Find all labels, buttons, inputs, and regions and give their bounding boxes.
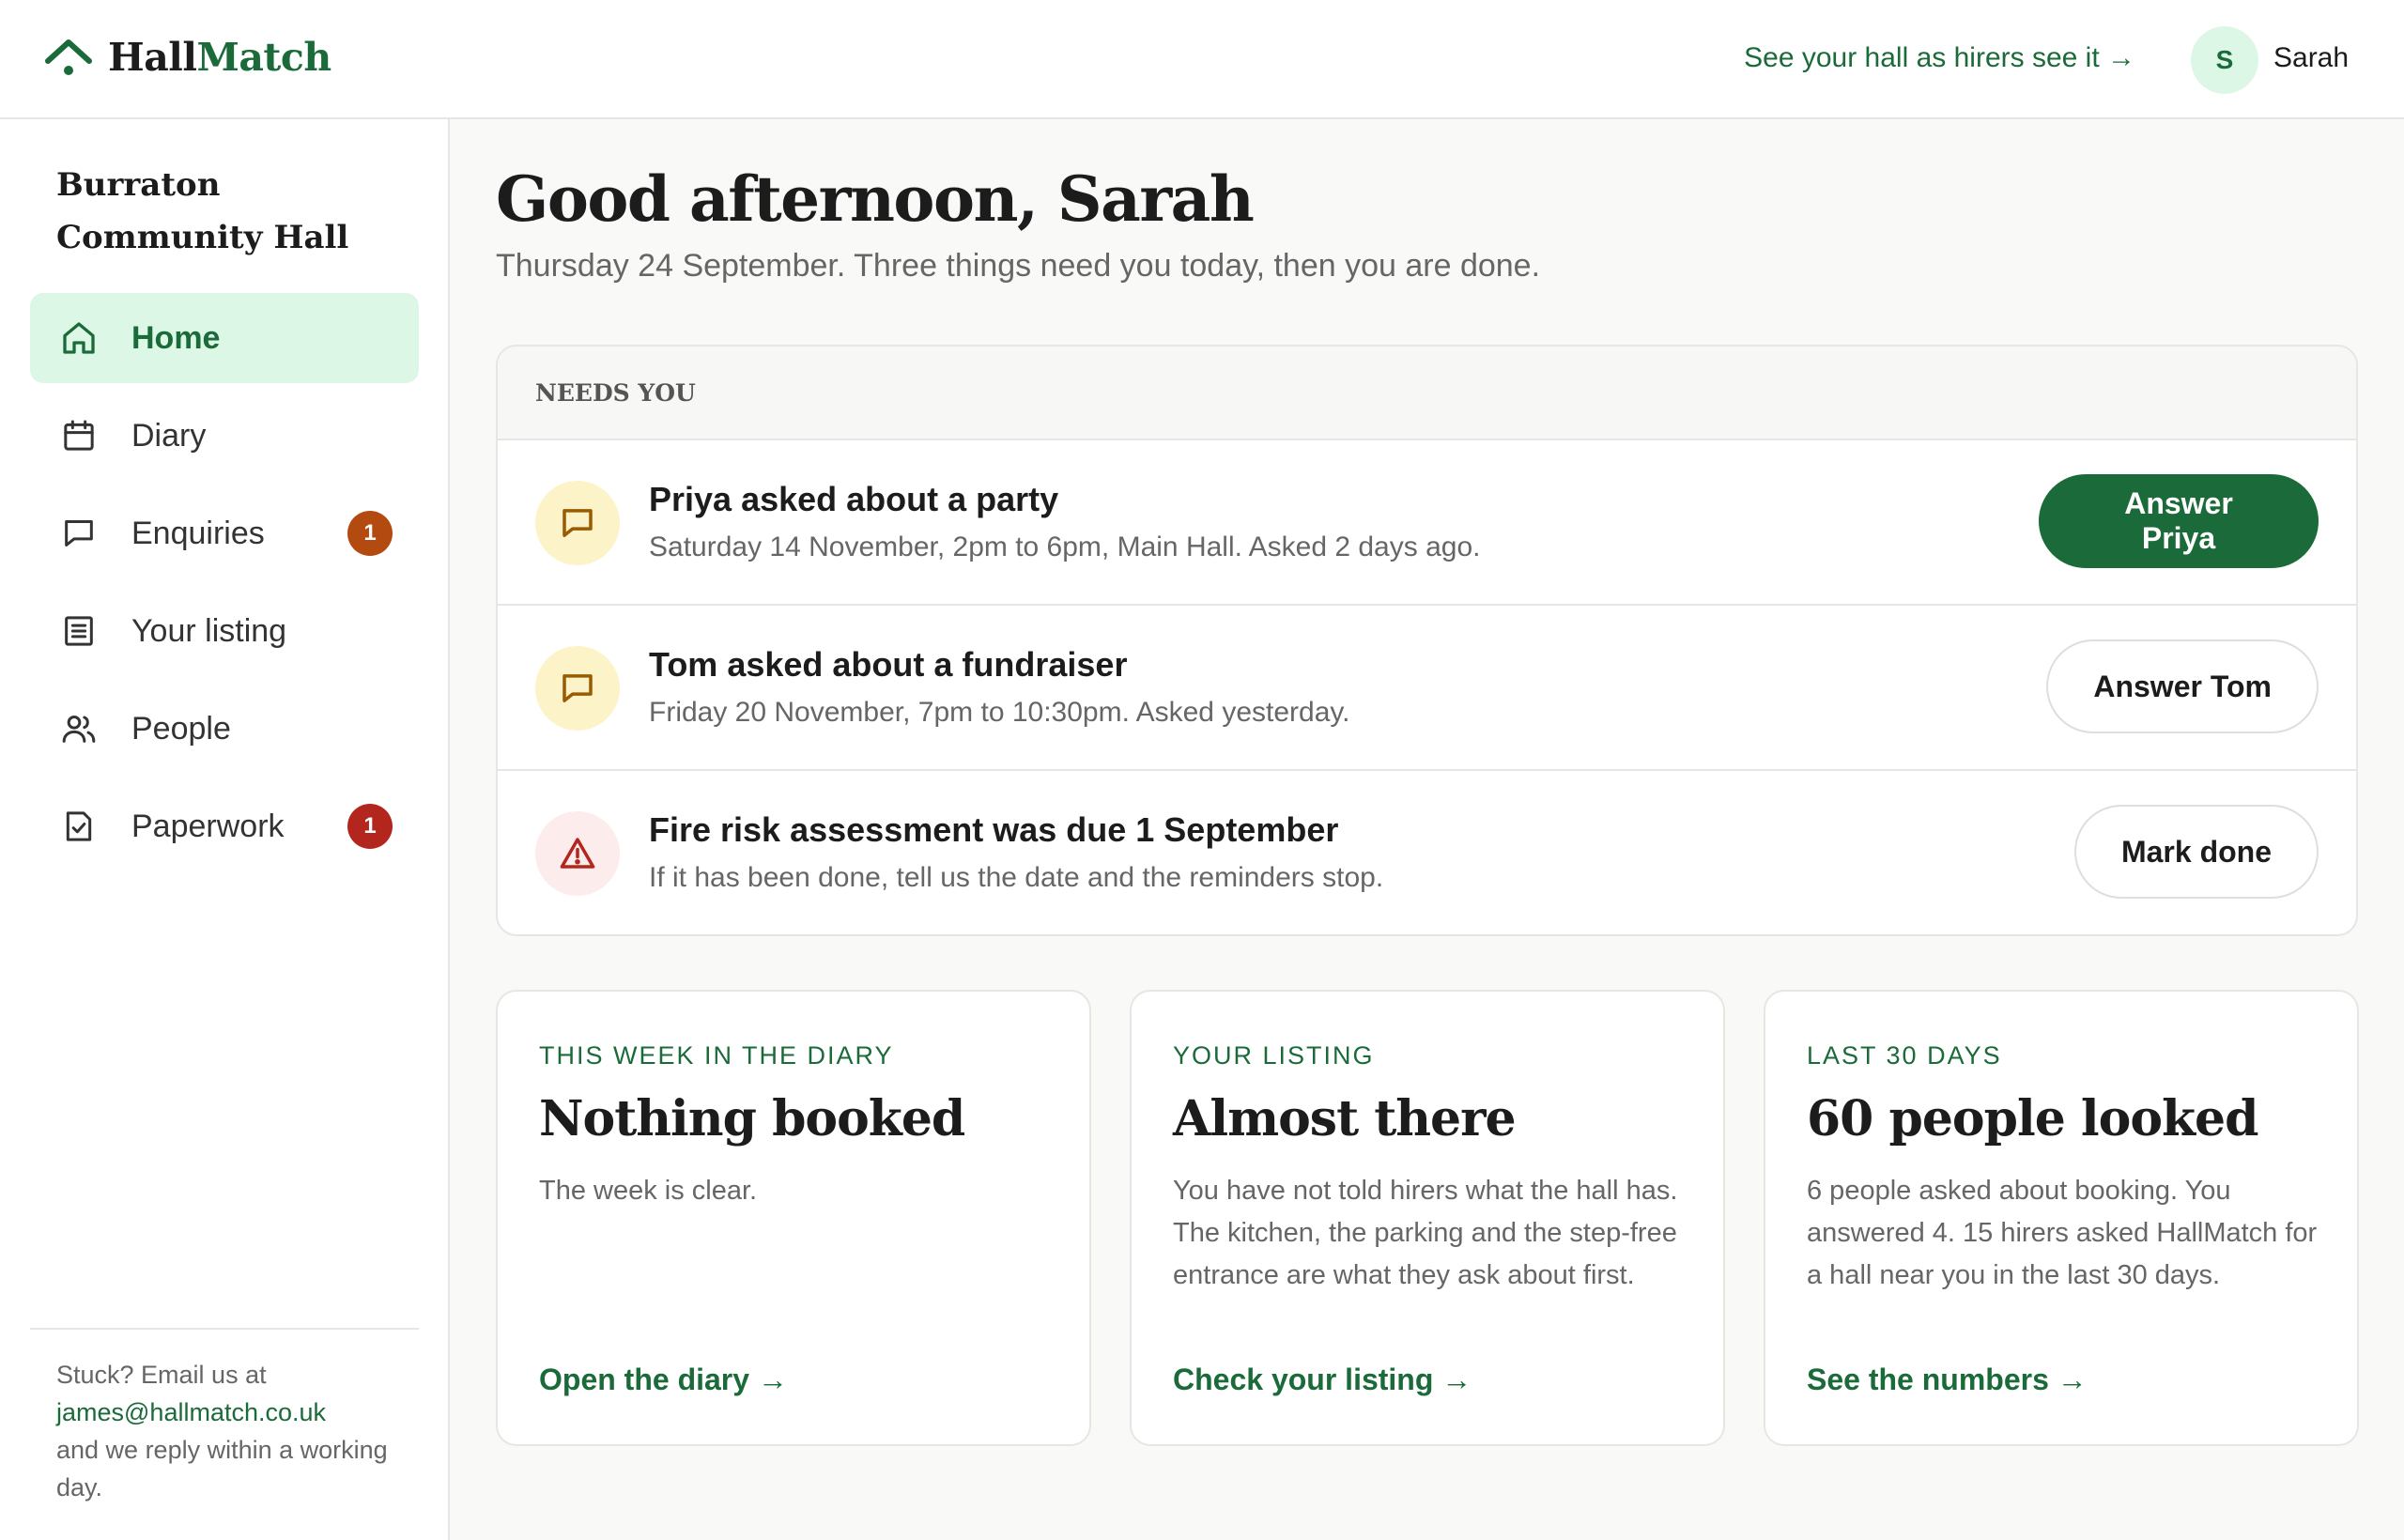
sidebar-divider xyxy=(30,1328,419,1330)
needs-you-panel: NEEDS YOU Priya asked about a party Satu… xyxy=(496,345,2358,936)
task-row: Tom asked about a fundraiser Friday 20 N… xyxy=(498,606,2356,771)
card-eyebrow: THIS WEEK IN THE DIARY xyxy=(539,1041,894,1070)
help-text: Stuck? Email us at james@hallmatch.co.uk… xyxy=(56,1356,413,1506)
task-title: Tom asked about a fundraiser xyxy=(649,645,1128,684)
people-icon xyxy=(58,708,100,749)
enquiries-count-badge: 1 xyxy=(347,511,393,556)
page-title: Good afternoon, Sarah xyxy=(496,162,1255,236)
card-body: 6 people asked about booking. You answer… xyxy=(1807,1176,2318,1290)
sidebar-item-label: Paperwork xyxy=(131,808,285,844)
check-listing-link[interactable]: Check your listing → xyxy=(1173,1356,1472,1403)
sidebar: Burraton Community Hall Home Diary Enqui… xyxy=(0,119,450,1540)
document-check-icon xyxy=(58,806,100,847)
answer-tom-button[interactable]: Answer Tom xyxy=(2046,639,2319,733)
chat-bubble-icon xyxy=(535,481,620,565)
task-title: Fire risk assessment was due 1 September xyxy=(649,810,1339,849)
help-email-link[interactable]: james@hallmatch.co.uk xyxy=(56,1394,413,1431)
diary-summary-card: THIS WEEK IN THE DIARY Nothing booked Th… xyxy=(496,990,1091,1446)
sidebar-item-label: Your listing xyxy=(131,612,287,649)
see-numbers-link[interactable]: See the numbers → xyxy=(1807,1356,2088,1403)
sidebar-item-home[interactable]: Home xyxy=(30,293,419,383)
sidebar-item-label: Home xyxy=(131,319,221,356)
calendar-icon xyxy=(58,415,100,456)
chat-bubble-icon xyxy=(58,513,100,554)
open-diary-link[interactable]: Open the diary → xyxy=(539,1356,788,1403)
page-subtitle: Thursday 24 September. Three things need… xyxy=(496,248,1541,284)
sidebar-item-your-listing[interactable]: Your listing xyxy=(30,586,419,676)
document-list-icon xyxy=(58,610,100,652)
card-heading: 60 people looked xyxy=(1807,1090,2258,1147)
brand-name: HallMatch xyxy=(108,34,331,80)
venue-name: Burraton Community Hall xyxy=(56,166,349,256)
task-description: If it has been done, tell us the date an… xyxy=(649,862,1384,893)
card-eyebrow: LAST 30 DAYS xyxy=(1807,1041,2002,1070)
listing-summary-card: YOUR LISTING Almost there You have not t… xyxy=(1130,990,1725,1446)
help-line-1: Stuck? Email us at xyxy=(56,1361,267,1389)
help-line-2: and we reply within a working day. xyxy=(56,1436,388,1502)
user-name[interactable]: Sarah xyxy=(2273,38,2349,79)
top-bar: HallMatch See your hall as hirers see it… xyxy=(0,0,2404,119)
preview-as-hirer-link[interactable]: See your hall as hirers see it → xyxy=(1744,38,2135,79)
brand-logo[interactable]: HallMatch xyxy=(42,34,331,81)
roof-pin-logo-icon xyxy=(45,39,92,75)
avatar[interactable]: S xyxy=(2191,26,2258,94)
task-row: Fire risk assessment was due 1 September… xyxy=(498,771,2356,934)
paperwork-count-badge: 1 xyxy=(347,804,393,849)
home-icon xyxy=(58,317,100,359)
mark-done-button[interactable]: Mark done xyxy=(2073,805,2319,899)
sidebar-item-paperwork[interactable]: Paperwork 1 xyxy=(30,781,419,871)
task-description: Friday 20 November, 7pm to 10:30pm. Aske… xyxy=(649,697,1350,728)
needs-you-title: NEEDS YOU xyxy=(535,378,696,407)
sidebar-nav: Home Diary Enquiries 1 Your listing Peop… xyxy=(30,293,419,879)
sidebar-item-enquiries[interactable]: Enquiries 1 xyxy=(30,488,419,578)
warning-triangle-icon xyxy=(535,811,620,896)
sidebar-item-label: Enquiries xyxy=(131,515,265,551)
card-body: The week is clear. xyxy=(539,1176,758,1206)
sidebar-item-label: People xyxy=(131,710,231,747)
sidebar-item-diary[interactable]: Diary xyxy=(30,391,419,481)
card-heading: Nothing booked xyxy=(539,1090,965,1147)
views-summary-card: LAST 30 DAYS 60 people looked 6 people a… xyxy=(1764,990,2359,1446)
task-description: Saturday 14 November, 2pm to 6pm, Main H… xyxy=(649,531,1481,562)
sidebar-item-label: Diary xyxy=(131,417,207,454)
task-title: Priya asked about a party xyxy=(649,480,1059,518)
answer-priya-button[interactable]: Answer Priya xyxy=(2039,474,2319,568)
card-eyebrow: YOUR LISTING xyxy=(1173,1041,1375,1070)
needs-you-header: NEEDS YOU xyxy=(498,346,2356,440)
chat-bubble-icon xyxy=(535,646,620,731)
task-row: Priya asked about a party Saturday 14 No… xyxy=(498,440,2356,606)
card-body: You have not told hirers what the hall h… xyxy=(1173,1176,1678,1290)
card-heading: Almost there xyxy=(1173,1090,1517,1147)
sidebar-item-people[interactable]: People xyxy=(30,684,419,774)
